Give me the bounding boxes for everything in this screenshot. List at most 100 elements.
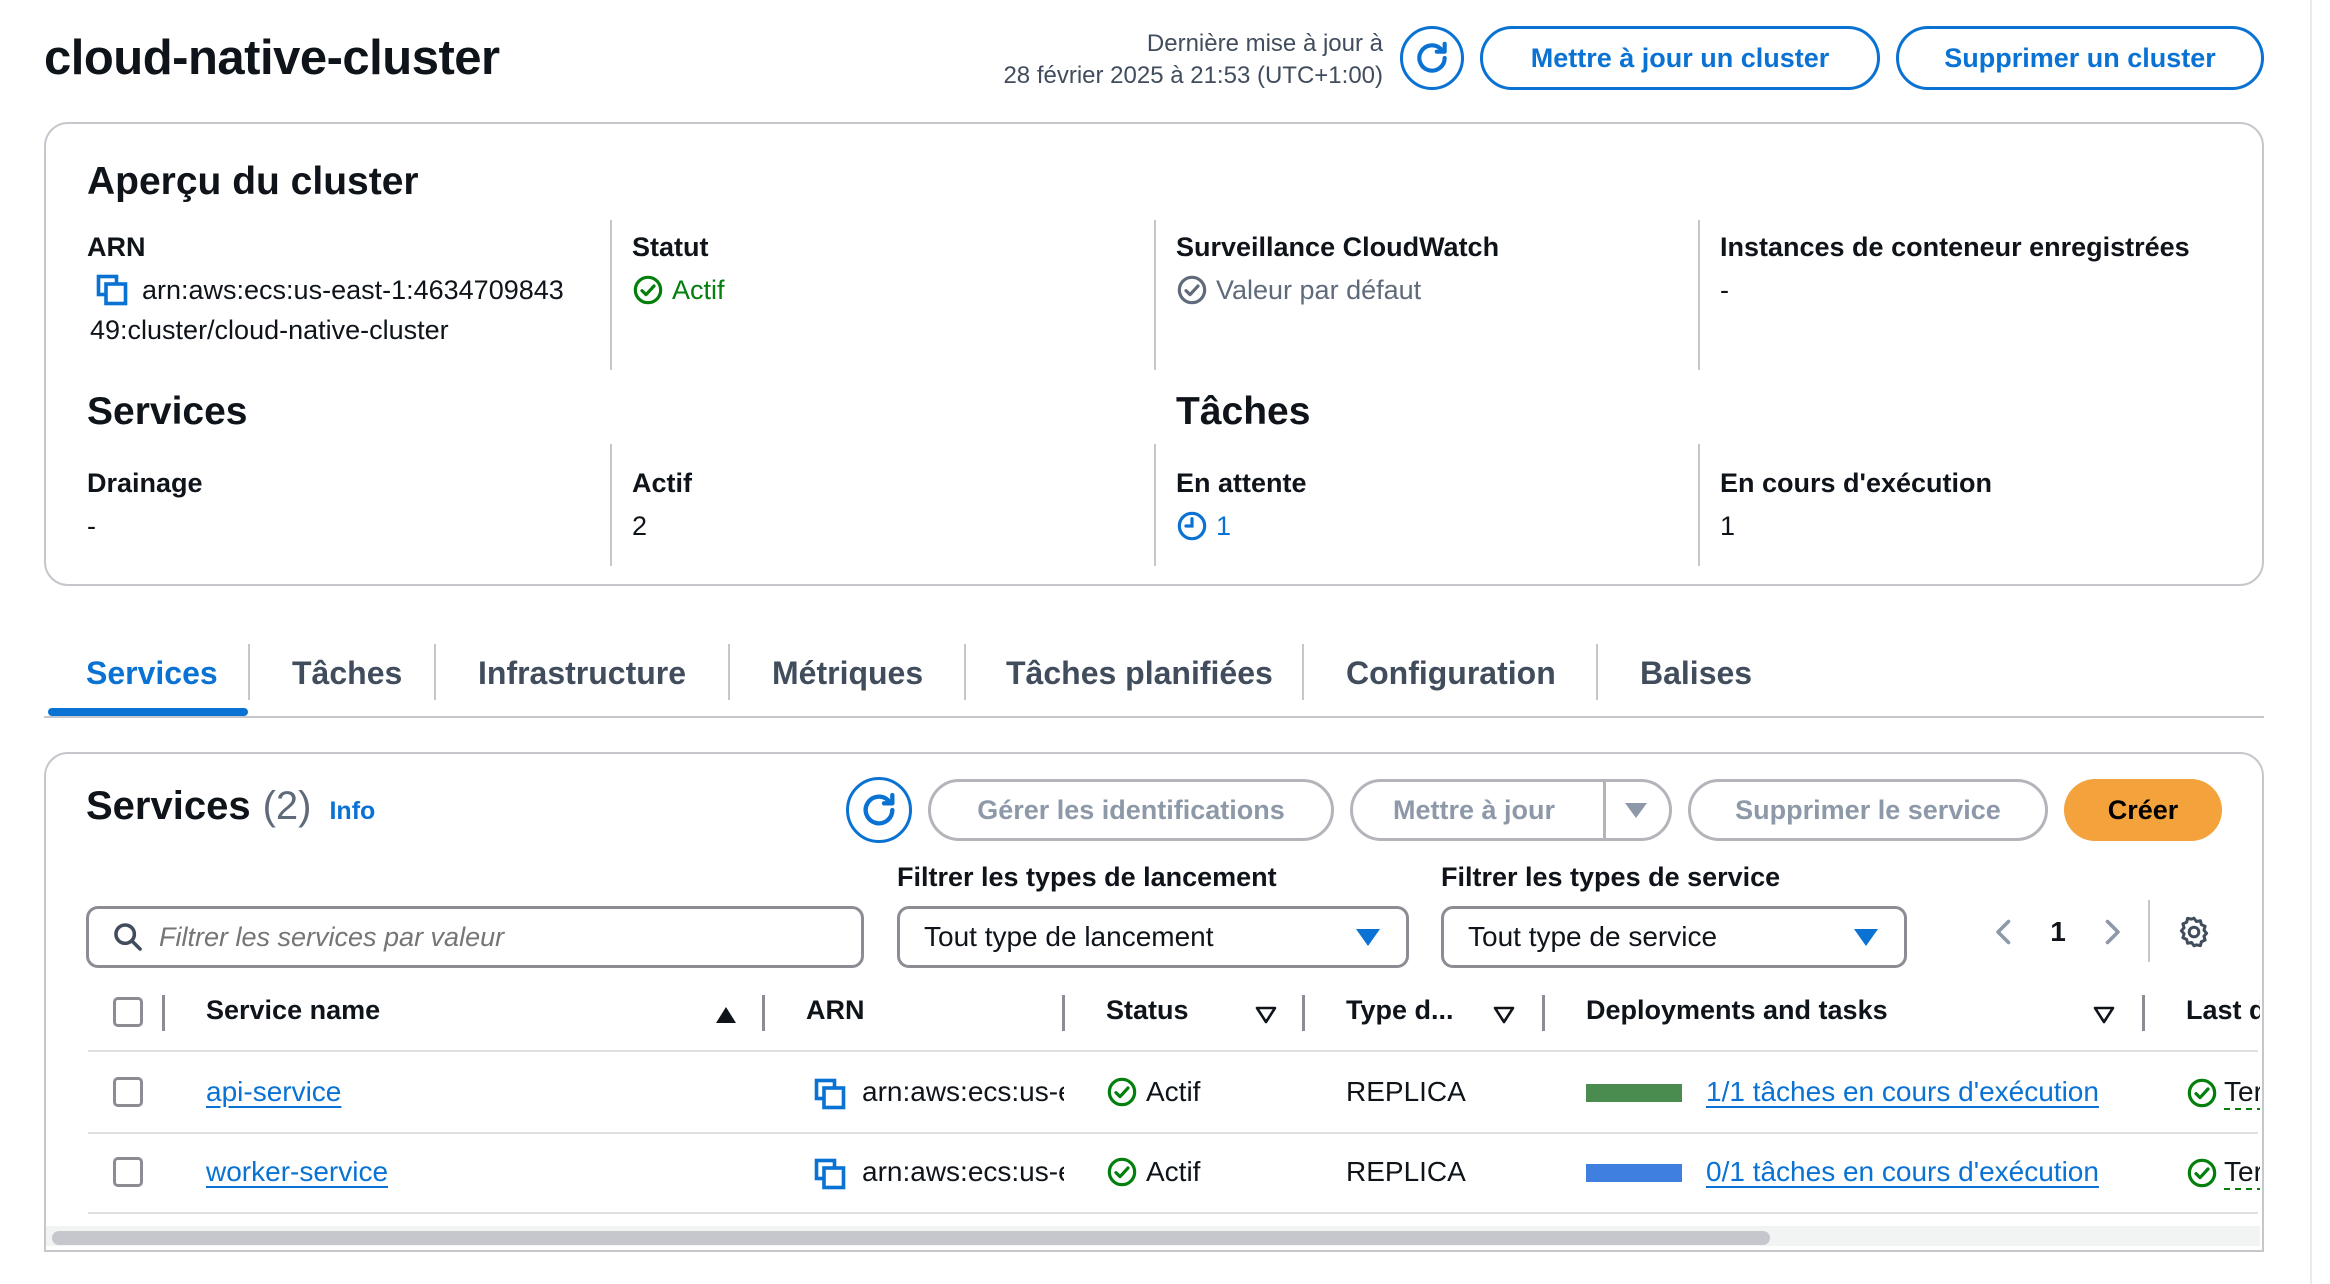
launch-type-select-value: Tout type de lancement [924,921,1214,952]
table-preferences-button[interactable] [2172,910,2216,954]
column-separator [1062,995,1065,1031]
divider [610,444,612,566]
service-arn: arn:aws:ecs:us-e [862,1156,1064,1187]
tab-metrics[interactable]: Métriques [772,630,923,716]
column-header-service-name[interactable]: Service name [206,995,380,1026]
column-header-arn[interactable]: ARN [806,995,865,1026]
tasks-running-link[interactable]: 1/1 tâches en cours d'exécution [1706,1076,2099,1108]
sort-icon[interactable] [1492,1005,1516,1025]
tab-separator [434,644,436,700]
service-arn: arn:aws:ecs:us-e [862,1076,1064,1107]
column-separator [162,995,165,1031]
draining-label: Drainage [87,468,203,498]
service-type: REPLICA [1346,1156,1466,1187]
check-circle-icon [1177,275,1207,305]
check-circle-icon [2187,1158,2217,1188]
delete-service-button[interactable]: Supprimer le service [1688,779,2048,841]
last-deployment-text[interactable]: Ter [2224,1076,2260,1110]
refresh-button[interactable] [1400,26,1464,90]
status-value: Actif [632,270,725,310]
search-input[interactable] [159,921,861,953]
sort-icon[interactable] [2092,1005,2116,1025]
tab-scheduled-tasks[interactable]: Tâches planifiées [1006,630,1273,716]
cluster-overview-card: Aperçu du cluster ARN arn:aws:ecs:us-eas… [44,122,2264,586]
tab-tags[interactable]: Balises [1640,630,1752,716]
split-divider [1603,782,1606,838]
copy-icon[interactable] [94,272,130,308]
column-header-last-deployment[interactable]: Last d [2186,995,2260,1026]
column-header-deployments[interactable]: Deployments and tasks [1586,995,1888,1026]
update-cluster-button[interactable]: Mettre à jour un cluster [1480,26,1880,90]
tasks-progress-bar [1586,1084,1682,1102]
column-separator [762,995,765,1031]
row-checkbox[interactable] [113,1157,143,1187]
create-service-button[interactable]: Créer [2064,779,2222,841]
caret-down-icon[interactable] [1625,803,1647,818]
tab-configuration[interactable]: Configuration [1346,630,1556,716]
divider [1154,220,1156,370]
launch-type-filter-label: Filtrer les types de lancement [897,862,1277,892]
delete-cluster-button[interactable]: Supprimer un cluster [1896,26,2264,90]
horizontal-scrollbar-thumb[interactable] [52,1231,1770,1245]
column-header-type[interactable]: Type d... [1346,995,1454,1026]
service-name-link[interactable]: worker-service [206,1156,388,1188]
tab-tasks[interactable]: Tâches [292,630,402,716]
tab-services[interactable]: Services [86,630,218,716]
arn-text-line2: 49:cluster/cloud-native-cluster [90,315,449,345]
services-refresh-button[interactable] [846,777,912,843]
update-service-split-button[interactable]: Mettre à jour [1350,779,1672,841]
refresh-icon [1417,41,1447,73]
services-search-box[interactable] [86,906,864,968]
pending-tasks-label: En attente [1176,468,1307,498]
last-deployment-status: Ter [2186,1156,2260,1190]
active-tab-indicator [48,708,248,716]
chevron-right-icon [2105,919,2120,945]
service-type-select[interactable]: Tout type de service [1441,906,1907,968]
sort-icon[interactable] [1254,1005,1278,1025]
refresh-icon [863,792,895,826]
last-update-label: Dernière mise à jour à [1146,30,1383,57]
services-panel-title: Services [86,784,251,828]
pending-tasks-count: 1 [1216,511,1232,541]
active-services-value: 2 [632,511,648,541]
status-label: Statut [632,232,709,262]
running-tasks-value: 1 [1720,511,1736,541]
service-type: REPLICA [1346,1076,1466,1107]
row-checkbox[interactable] [113,1077,143,1107]
service-name-link[interactable]: api-service [206,1076,341,1108]
tasks-running-link[interactable]: 0/1 tâches en cours d'exécution [1706,1156,2099,1188]
select-all-checkbox[interactable] [113,997,143,1027]
header-row-divider [88,1050,2258,1052]
ecs-cluster-page: cloud-native-cluster Dernière mise à jou… [0,0,2330,1284]
service-status-text: Actif [1146,1156,1201,1187]
next-page-button[interactable] [2092,912,2132,952]
previous-page-button[interactable] [1984,912,2024,952]
overview-title: Aperçu du cluster [87,160,419,203]
tab-separator [1596,644,1598,700]
last-deployment-text[interactable]: Ter [2224,1156,2260,1190]
copy-icon[interactable] [812,1076,848,1112]
arn-text-line1: arn:aws:ecs:us-east-1:4634709843 [142,275,564,305]
window-edge [2310,0,2330,1284]
copy-icon[interactable] [812,1156,848,1192]
service-status-text: Actif [1146,1076,1201,1107]
pending-tasks-value[interactable]: 1 [1176,506,1231,546]
launch-type-select[interactable]: Tout type de lancement [897,906,1409,968]
tab-infrastructure[interactable]: Infrastructure [478,630,686,716]
page-number[interactable]: 1 [2040,912,2076,952]
column-separator [1542,995,1545,1031]
row-divider [88,1132,2258,1134]
column-header-status[interactable]: Status [1106,995,1189,1026]
services-summary-title: Services [87,390,248,433]
tab-separator [1302,644,1304,700]
draining-value: - [87,511,96,541]
sort-ascending-icon[interactable] [714,1005,738,1025]
update-service-label: Mettre à jour [1393,794,1556,825]
manage-tags-button[interactable]: Gérer les identifications [928,779,1334,841]
tab-separator [964,644,966,700]
cloudwatch-text: Valeur par défaut [1216,275,1422,305]
service-status: Actif [1106,1156,1200,1188]
info-link[interactable]: Info [329,797,375,826]
gear-icon [2179,916,2209,948]
tasks-progress-bar [1586,1164,1682,1182]
